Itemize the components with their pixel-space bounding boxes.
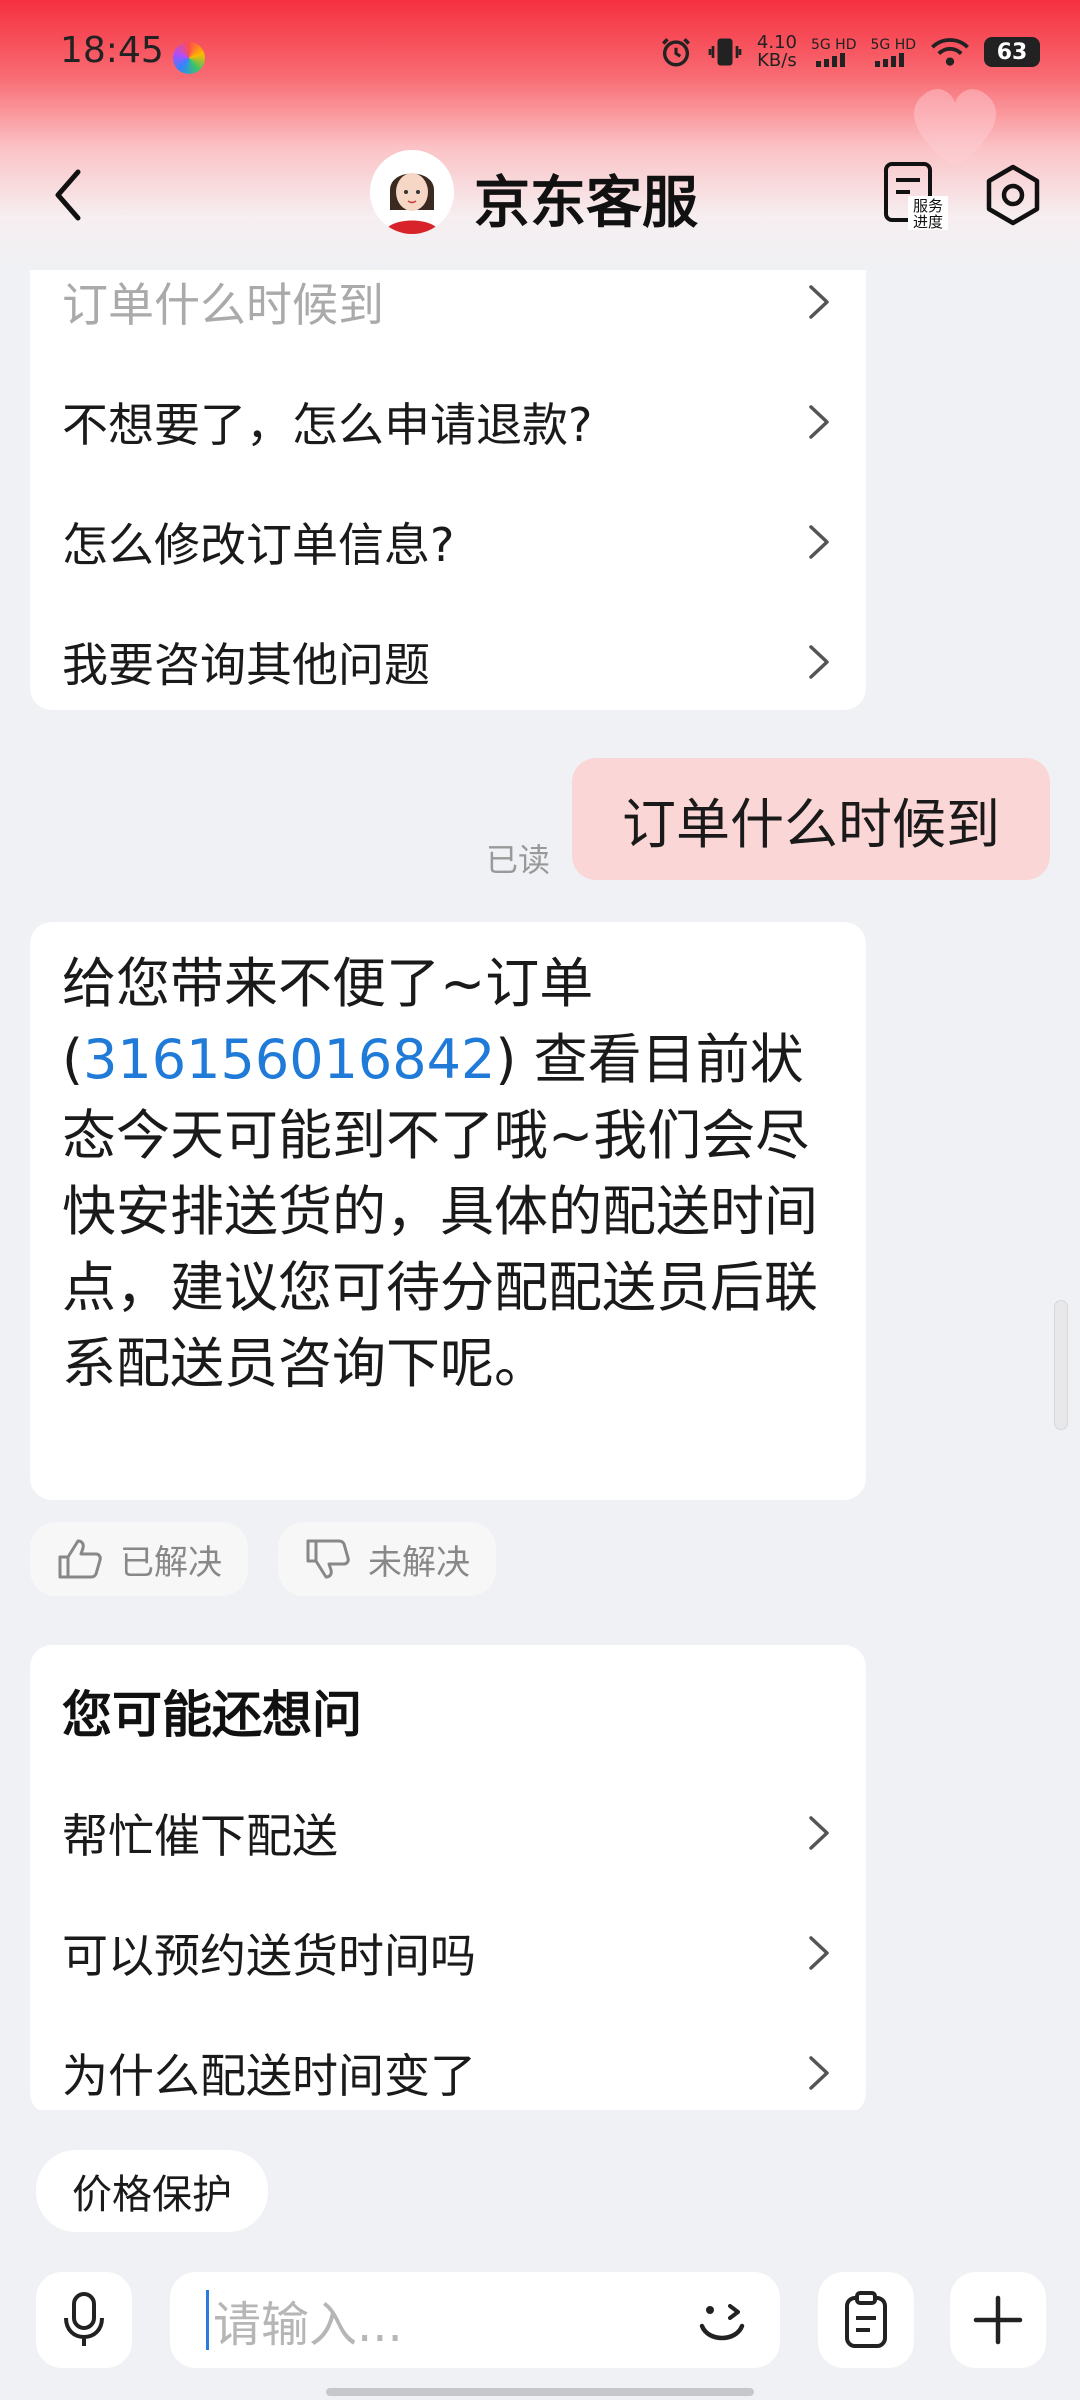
suggestion-item-label: 帮忙催下配送: [62, 1809, 338, 1863]
status-bar: 18:45 4.10 KB/s 5G HD 5G HD 63: [0, 0, 1080, 110]
thumbs-down-icon: [306, 1539, 350, 1579]
wifi-icon: [931, 38, 969, 66]
suggestion-item-label: 为什么配送时间变了: [62, 2049, 476, 2103]
network-speed: 4.10 KB/s: [757, 34, 797, 70]
read-status: 已读: [486, 841, 551, 879]
clipboard-button[interactable]: [818, 2272, 914, 2368]
suggestion-item[interactable]: 可以预约送货时间吗: [30, 1893, 866, 2013]
back-icon[interactable]: [40, 162, 100, 228]
voice-button[interactable]: [36, 2272, 132, 2368]
plus-icon: [973, 2295, 1023, 2345]
settings-icon[interactable]: [980, 162, 1046, 228]
faq-item-label: 怎么修改订单信息?: [62, 518, 455, 572]
home-indicator[interactable]: [326, 2388, 754, 2396]
faq-item-label: 我要咨询其他问题: [62, 638, 430, 692]
sim2-label: 5G HD: [870, 36, 916, 53]
input-bar: 请输入...: [0, 2264, 1080, 2374]
sim2-signal: 5G HD: [870, 36, 916, 67]
chevron-right-icon: [809, 2056, 829, 2090]
microphone-icon: [64, 2292, 104, 2346]
chevron-right-icon: [809, 405, 829, 439]
signal-icon: [815, 52, 845, 67]
sim1-signal: 5G HD: [810, 36, 857, 67]
faq-item-label: 订单什么时候到: [62, 278, 384, 332]
input-placeholder: 请输入...: [213, 2297, 403, 2353]
clipboard-icon: [845, 2291, 887, 2348]
service-progress-icon: 服务 进度: [884, 162, 948, 231]
thumbs-up-icon: [58, 1539, 102, 1579]
vibrate-icon: [708, 38, 742, 66]
chat-scrollbar[interactable]: [1054, 1300, 1068, 1430]
app-notification-icon: [173, 42, 205, 74]
battery-indicator: 63: [984, 37, 1040, 67]
unresolved-button[interactable]: 未解决: [278, 1522, 496, 1596]
resolved-label: 已解决: [120, 1542, 222, 1583]
emoji-icon[interactable]: [688, 2286, 756, 2354]
alarm-icon: [661, 38, 690, 67]
more-button[interactable]: [950, 2272, 1046, 2368]
sim1-label: 5G HD: [810, 36, 857, 53]
agent-avatar[interactable]: [370, 150, 454, 234]
user-message-bubble[interactable]: 订单什么时候到: [572, 758, 1050, 880]
text-caret: [206, 2290, 209, 2350]
chevron-right-icon: [809, 1816, 829, 1850]
chat-header: 京东客服 服务 进度: [0, 140, 1080, 250]
faq-item[interactable]: 不想要了，怎么申请退款?: [30, 362, 866, 482]
suggestion-item[interactable]: 为什么配送时间变了: [30, 2013, 866, 2110]
suggestion-item[interactable]: 帮忙催下配送: [30, 1773, 866, 1893]
faq-item-label: 不想要了，怎么申请退款?: [62, 398, 593, 452]
status-icons: 4.10 KB/s 5G HD 5G HD 63: [659, 34, 1040, 70]
quick-reply-chip[interactable]: 价格保护: [36, 2150, 268, 2232]
agent-avatar-icon: [370, 150, 454, 234]
signal-icon: [875, 52, 905, 67]
order-number-link[interactable]: 316156016842: [83, 1028, 495, 1091]
faq-item[interactable]: 怎么修改订单信息?: [30, 482, 866, 602]
chevron-right-icon: [809, 645, 829, 679]
faq-card: 订单什么时候到 不想要了，怎么申请退款? 怎么修改订单信息? 我要咨询其他问题: [30, 270, 866, 710]
suggestion-item-label: 可以预约送货时间吗: [62, 1929, 476, 1983]
status-time: 18:45: [60, 30, 164, 71]
faq-item[interactable]: 我要咨询其他问题: [30, 602, 866, 722]
chevron-right-icon: [809, 525, 829, 559]
chevron-right-icon: [809, 1936, 829, 1970]
chevron-right-icon: [809, 285, 829, 319]
page-title: 京东客服: [474, 171, 698, 236]
service-progress-label-2: 进度: [913, 213, 943, 230]
agent-reply-bubble[interactable]: 给您带来不便了~订单(316156016842) 查看目前状态今天可能到不了哦~…: [30, 922, 866, 1500]
suggestion-title: 您可能还想问: [62, 1686, 362, 1744]
chat-area[interactable]: 订单什么时候到 不想要了，怎么申请退款? 怎么修改订单信息? 我要咨询其他问题 …: [0, 270, 1080, 2110]
service-progress-button[interactable]: 服务 进度: [880, 160, 948, 231]
resolved-button[interactable]: 已解决: [30, 1522, 248, 1596]
unresolved-label: 未解决: [368, 1542, 470, 1583]
message-input[interactable]: 请输入...: [170, 2272, 780, 2368]
faq-item[interactable]: 订单什么时候到: [30, 270, 866, 362]
net-speed-unit: KB/s: [757, 50, 797, 71]
suggestion-card: 您可能还想问 帮忙催下配送 可以预约送货时间吗 为什么配送时间变了: [30, 1645, 866, 2110]
